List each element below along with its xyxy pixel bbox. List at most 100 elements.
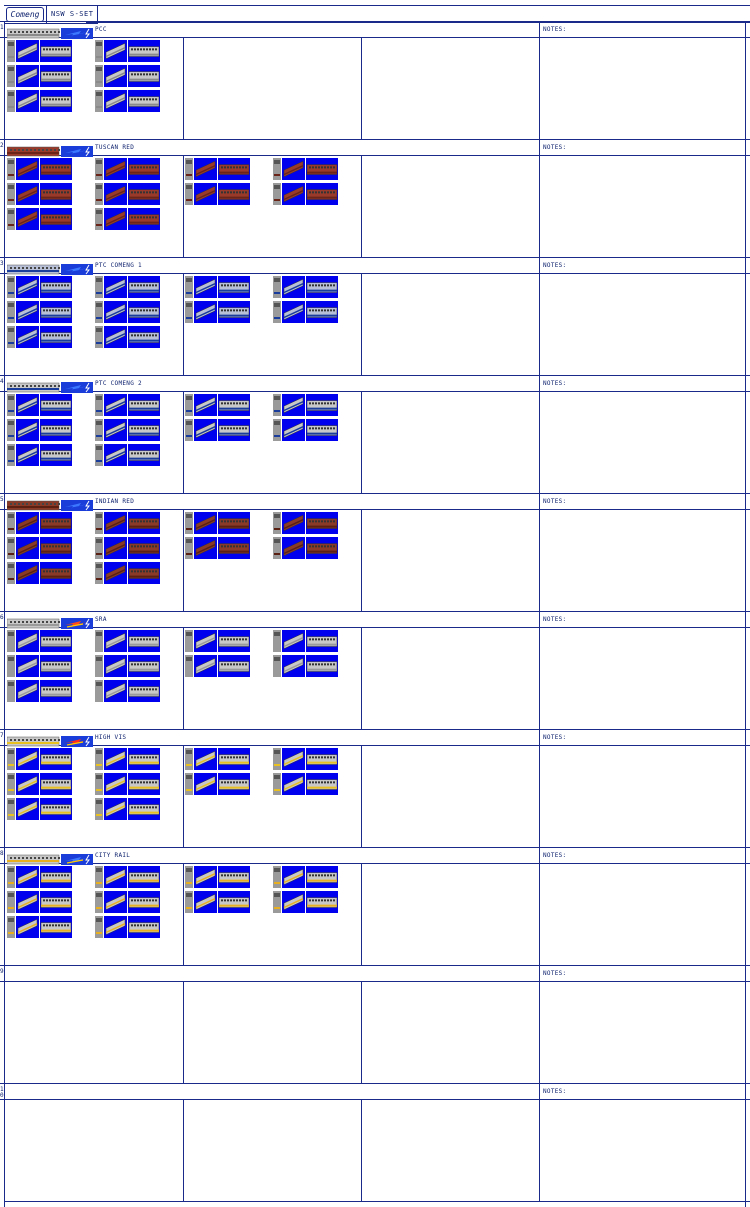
section-number: 2 [0, 142, 4, 149]
notes-label: NOTES: [543, 852, 567, 859]
train-sprite-row [7, 748, 72, 770]
section-divider [0, 139, 750, 140]
livery-name: TUSCAN RED [95, 144, 135, 151]
livery-preview [6, 378, 93, 393]
train-sprite-row [95, 916, 160, 938]
livery-name: CITY RAIL [95, 852, 131, 859]
train-sprite-row [95, 90, 160, 112]
train-sprite-row [7, 326, 72, 348]
train-sprite-row [95, 40, 160, 62]
notes-label: NOTES: [543, 26, 567, 33]
livery-preview [6, 732, 93, 747]
livery-preview [6, 142, 93, 157]
top-rule [86, 5, 750, 6]
train-sprite-row [7, 655, 72, 677]
train-sprite-row [185, 276, 250, 298]
sprite-cell [361, 392, 540, 493]
train-sprite-row [95, 866, 160, 888]
train-sprite-row [7, 394, 72, 416]
train-sprite-row [7, 158, 72, 180]
section-number: 9 [0, 968, 4, 975]
train-sprite-row [273, 655, 338, 677]
train-sprite-row [185, 301, 250, 323]
section-number: 5 [0, 496, 4, 503]
livery-preview [6, 496, 93, 511]
train-sprite-row [7, 208, 72, 230]
train-sprite-row [185, 748, 250, 770]
livery-section: 2 TUSCAN RED NOTES: [0, 139, 750, 258]
section-header: 3 PTC COMENG 1 NOTES: [0, 258, 750, 275]
train-sprite-row [185, 655, 250, 677]
section-header: 9 NOTES: [0, 966, 750, 982]
comeng-logo: Comeng [6, 7, 44, 22]
train-sprite-row [7, 562, 72, 584]
train-sprite-row [273, 183, 338, 205]
train-sprite-row [273, 394, 338, 416]
livery-section: 4 PTC COMENG 2 NOTES: [0, 375, 750, 494]
train-sprite-row [95, 394, 160, 416]
notes-label: NOTES: [543, 616, 567, 623]
train-sprite-row [273, 773, 338, 795]
train-sprite-row [95, 798, 160, 820]
train-sprite-row [185, 512, 250, 534]
section-header: 4 PTC COMENG 2 NOTES: [0, 376, 750, 393]
notes-label: NOTES: [543, 144, 567, 151]
train-sprite-row [7, 65, 72, 87]
train-sprite-row [95, 748, 160, 770]
livery-preview [6, 614, 93, 629]
sprite-cell [361, 274, 540, 375]
train-sprite-row [185, 537, 250, 559]
livery-section: 7 HIGH VIS NOTES: [0, 729, 750, 848]
train-sprite-row [95, 891, 160, 913]
train-sprite-row [273, 891, 338, 913]
train-sprite-row [95, 562, 160, 584]
livery-name: SRA [95, 616, 107, 623]
notes-label: NOTES: [543, 262, 567, 269]
section-divider [0, 965, 750, 966]
section-header: 5 INDIAN RED NOTES: [0, 494, 750, 511]
sprite-cell [361, 864, 540, 965]
section-header: 6 SRA NOTES: [0, 612, 750, 629]
section-divider [0, 375, 750, 376]
livery-preview [6, 24, 93, 39]
train-sprite-row [273, 630, 338, 652]
train-sprite-row [273, 276, 338, 298]
train-sprite-row [185, 394, 250, 416]
train-sprite-row [95, 208, 160, 230]
sprite-cell [5, 982, 184, 1083]
train-sprite-row [185, 419, 250, 441]
sprite-cell [361, 982, 540, 1083]
train-sprite-row [185, 866, 250, 888]
sprite-cell [361, 746, 540, 847]
section-number: 4 [0, 378, 4, 385]
notes-label: NOTES: [543, 1088, 567, 1095]
train-sprite-row [273, 301, 338, 323]
notes-label: NOTES: [543, 498, 567, 505]
notes-label: NOTES: [543, 734, 567, 741]
section-divider [0, 1083, 750, 1084]
section-number: 7 [0, 732, 4, 739]
train-sprite-row [7, 773, 72, 795]
sprite-cell [361, 1100, 540, 1201]
section-header: 8 CITY RAIL NOTES: [0, 848, 750, 865]
train-sprite-row [273, 158, 338, 180]
livery-preview [6, 260, 93, 275]
section-divider [0, 611, 750, 612]
train-sprite-row [185, 183, 250, 205]
livery-name: PCC [95, 26, 107, 33]
train-sprite-row [7, 419, 72, 441]
train-sprite-row [7, 301, 72, 323]
livery-section: 1 PCC NOTES: [0, 21, 750, 140]
section-header: 1 0 NOTES: [0, 1084, 750, 1100]
train-sprite-row [273, 748, 338, 770]
sprite-cell [183, 1100, 362, 1201]
train-sprite-row [7, 798, 72, 820]
train-sprite-row [95, 301, 160, 323]
train-sprite-row [95, 655, 160, 677]
train-sprite-row [95, 158, 160, 180]
sprite-cell [183, 982, 362, 1083]
train-sprite-row [7, 630, 72, 652]
train-sprite-row [7, 916, 72, 938]
train-sprite-row [95, 537, 160, 559]
section-divider [0, 729, 750, 730]
